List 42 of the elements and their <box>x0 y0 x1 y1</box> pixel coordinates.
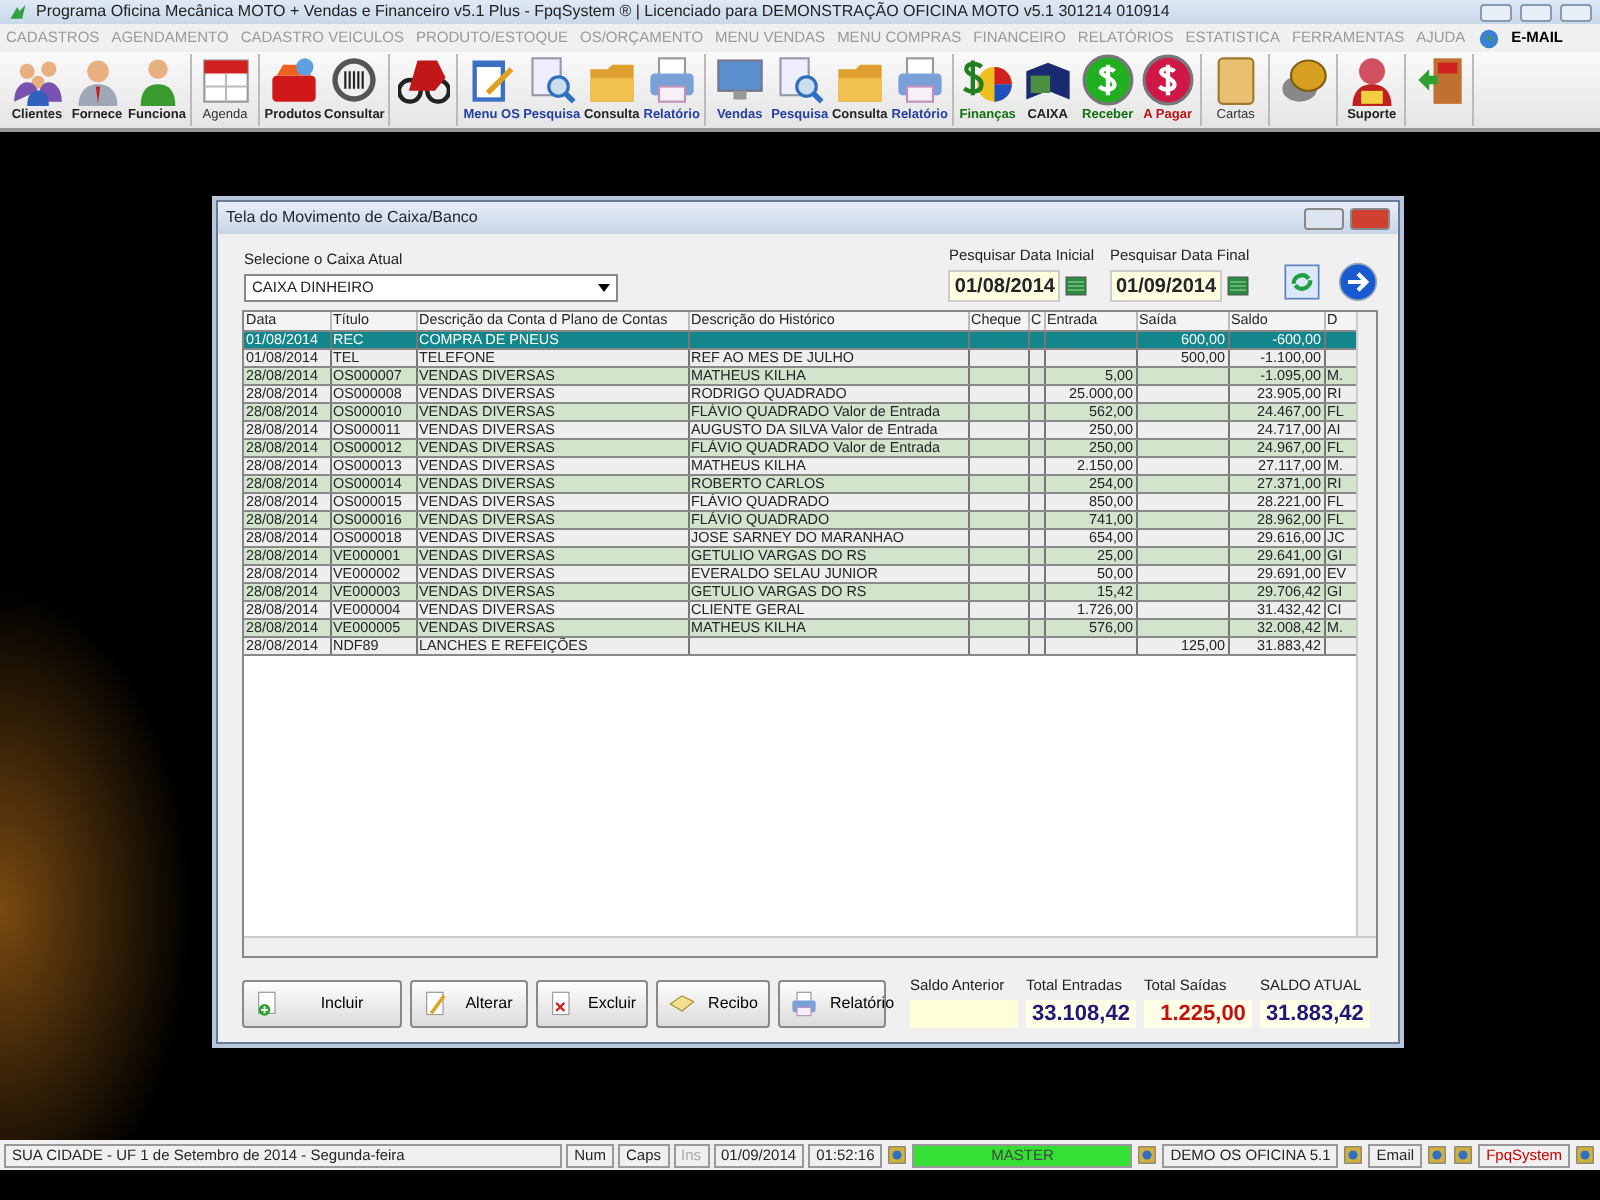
calendar-icon <box>1226 272 1250 300</box>
status-icon <box>1452 1144 1475 1166</box>
maximize-button[interactable] <box>1520 3 1552 21</box>
dropdown-arrow-icon <box>598 284 610 292</box>
delete-document-icon <box>548 988 576 1021</box>
dollar-coin-icon <box>1141 54 1194 106</box>
status-icon <box>1426 1144 1449 1166</box>
calendar-icon <box>1064 272 1089 300</box>
dollar-coin-icon <box>1081 54 1134 106</box>
action-button[interactable]: Incluir <box>242 980 402 1029</box>
total-value: 33.108,42 <box>1026 1000 1136 1029</box>
action-button[interactable]: Recibo <box>656 980 770 1029</box>
status-icon <box>886 1144 909 1166</box>
dialog-title: Tela do Movimento de Caixa/Banco <box>226 206 480 230</box>
total-field <box>910 1000 1018 1029</box>
status-icon <box>1342 1144 1365 1166</box>
total-value: 1.225,00 <box>1143 1000 1252 1029</box>
barcode-icon <box>328 54 381 106</box>
action-button[interactable]: Alterar <box>410 980 528 1029</box>
vertical-scrollbar[interactable] <box>1356 312 1376 938</box>
minimize-button[interactable] <box>1480 3 1512 21</box>
total-value: 31.883,42 <box>1259 1000 1370 1029</box>
close-button[interactable] <box>1560 3 1592 21</box>
horizontal-scrollbar[interactable] <box>244 936 1376 956</box>
action-button[interactable]: Excluir <box>536 980 648 1029</box>
help-button[interactable] <box>1304 207 1344 229</box>
document-search-icon <box>525 54 578 106</box>
status-icon <box>1136 1144 1159 1166</box>
toolbox-icon <box>267 54 319 106</box>
printer-icon <box>790 988 818 1021</box>
status-icon <box>1574 1144 1596 1166</box>
date-field[interactable]: 01/09/2014 <box>1110 270 1222 302</box>
coin-stack-icon <box>1277 54 1330 106</box>
edit-icon <box>422 988 450 1021</box>
globe-icon <box>1477 27 1500 49</box>
date-field[interactable]: 01/08/2014 <box>948 270 1061 302</box>
window-title: Programa Oficina Mecânica MOTO + Vendas e Financeiro v5.1 Plus - FpqSystem ® | Licenciado para DEMONSTRAÇÃO OFICINA MOTO v5.1 301214 010914 <box>36 0 1172 24</box>
add-document-icon <box>254 988 282 1021</box>
exit-door-icon <box>1413 54 1466 106</box>
close-button[interactable] <box>1350 207 1390 229</box>
refresh-window-icon <box>1282 262 1322 302</box>
document-search-icon <box>773 54 826 106</box>
